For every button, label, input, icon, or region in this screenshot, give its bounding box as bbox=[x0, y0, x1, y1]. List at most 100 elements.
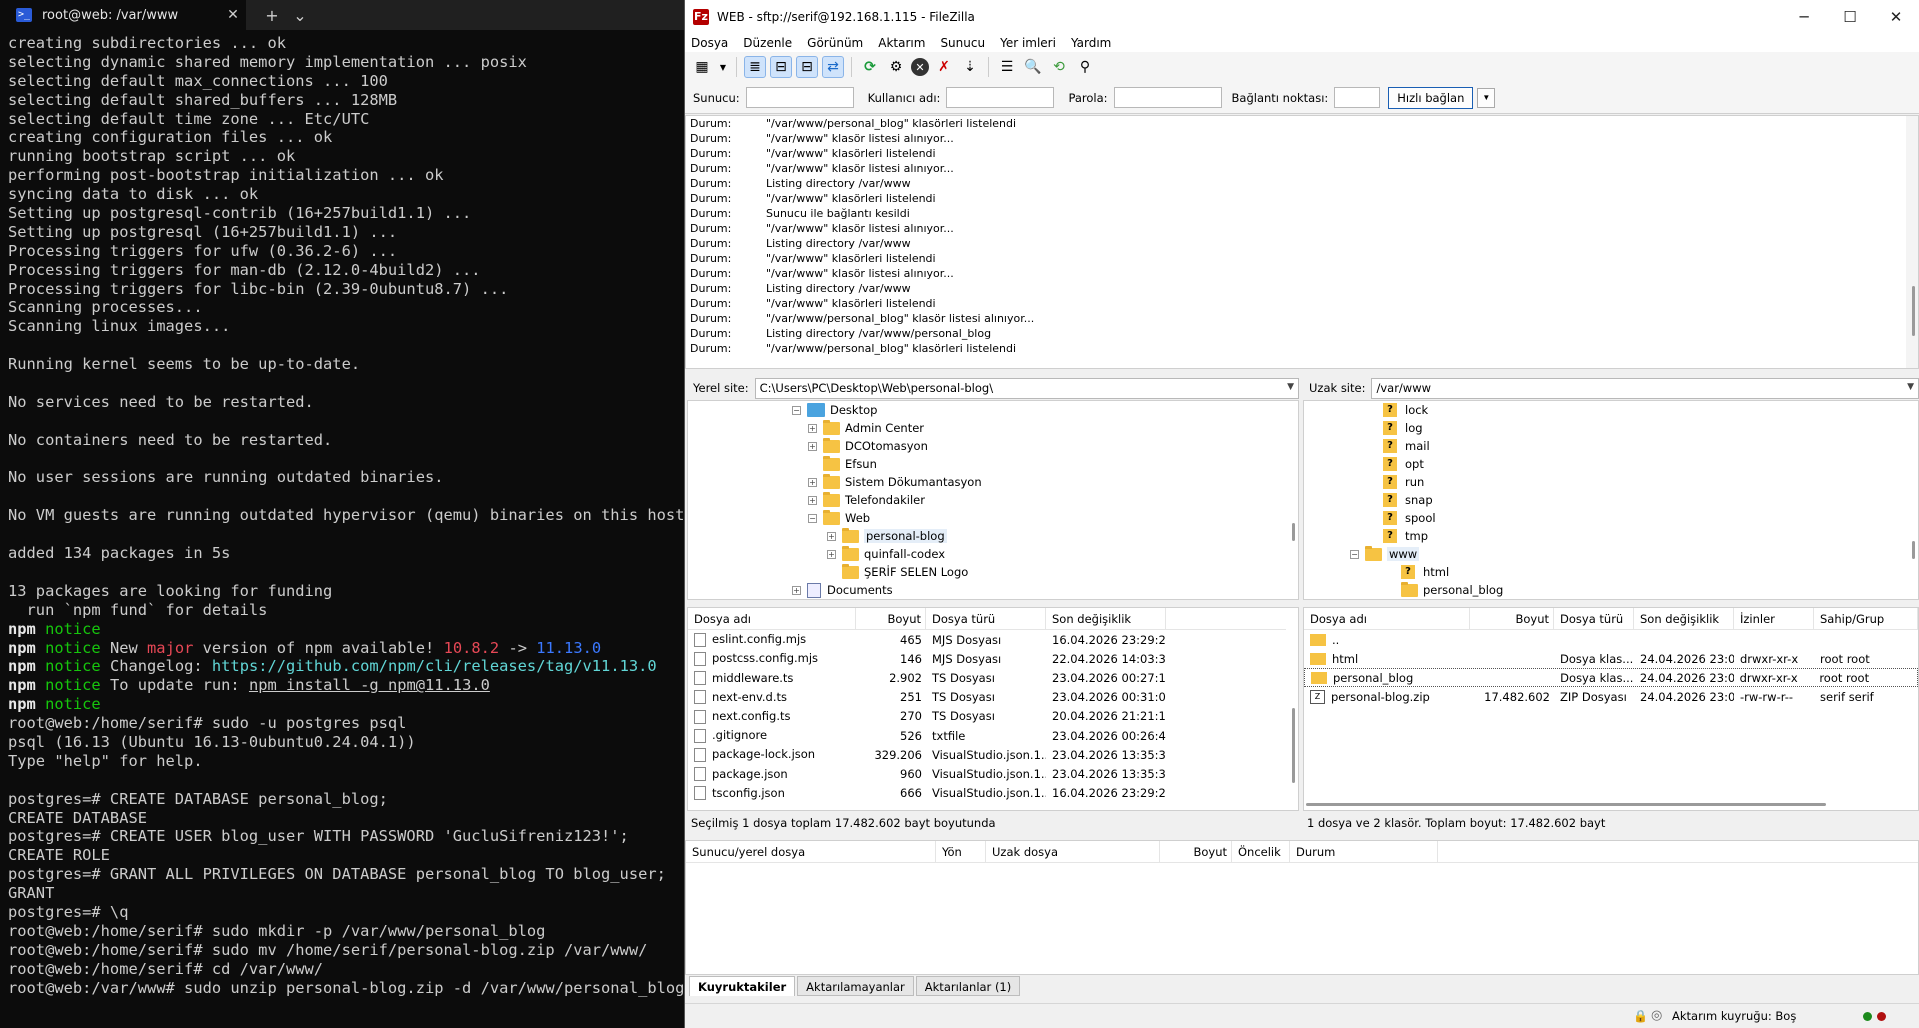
expand-toggle-icon[interactable]: − bbox=[808, 513, 817, 523]
tab-successful[interactable]: Aktarılanlar (1) bbox=[915, 976, 1021, 996]
col-direction[interactable]: Yön bbox=[936, 841, 986, 862]
expand-toggle-icon[interactable]: + bbox=[827, 549, 836, 559]
toggle-remote-tree-icon[interactable]: ⊟ bbox=[796, 56, 818, 78]
file-row[interactable]: .gitignore 526 txtfile 23.04.2026 00:26:47 bbox=[688, 726, 1298, 745]
tree-node[interactable]: ? snap bbox=[1368, 491, 1433, 509]
tree-node[interactable]: ? opt bbox=[1368, 455, 1424, 473]
tree-node[interactable]: + personal-blog bbox=[827, 527, 947, 545]
maximize-button[interactable]: ☐ bbox=[1827, 8, 1873, 26]
toggle-local-tree-icon[interactable]: ⊟ bbox=[770, 56, 792, 78]
password-input[interactable] bbox=[1113, 87, 1222, 108]
file-row[interactable]: eslint.config.mjs 465 MJS Dosyası 16.04.202… bbox=[688, 630, 1298, 649]
process-queue-icon[interactable]: ⚙ bbox=[885, 56, 907, 78]
expand-toggle-icon[interactable]: + bbox=[808, 441, 817, 451]
col-size[interactable]: Boyut bbox=[856, 608, 926, 630]
tree-node[interactable]: ? tmp bbox=[1368, 527, 1428, 545]
tab-dropdown-button[interactable]: ⌄ bbox=[286, 6, 314, 25]
compare-directories-icon[interactable]: ⟲ bbox=[1048, 56, 1070, 78]
tab-failed[interactable]: Aktarılamayanlar bbox=[797, 976, 914, 996]
expand-toggle-icon[interactable]: + bbox=[808, 477, 817, 487]
terminal-tab[interactable]: >_ root@web: /var/www ✕ bbox=[0, 0, 246, 30]
tree-node[interactable]: ? spool bbox=[1368, 509, 1436, 527]
col-priority[interactable]: Öncelik bbox=[1232, 841, 1290, 862]
disconnect-icon[interactable]: ✗ bbox=[933, 56, 955, 78]
col-type[interactable]: Dosya türü bbox=[926, 608, 1046, 630]
col-type[interactable]: Dosya türü bbox=[1554, 608, 1634, 630]
toggle-sync-browsing-icon[interactable]: 🔍 bbox=[1022, 56, 1044, 78]
tree-node[interactable]: personal_blog bbox=[1386, 581, 1503, 599]
tree-node[interactable]: ŞERİF SELEN Logo bbox=[827, 563, 968, 581]
port-input[interactable] bbox=[1334, 87, 1381, 108]
quickconnect-button[interactable]: Hızlı bağlan bbox=[1388, 86, 1474, 109]
file-row[interactable]: next-env.d.ts 251 TS Dosyası 23.04.2026 00:… bbox=[688, 688, 1298, 707]
tree-node[interactable]: ? log bbox=[1368, 419, 1423, 437]
file-row[interactable]: personal_blog Dosya klas... 24.04.2026 23:… bbox=[1304, 668, 1918, 688]
file-row[interactable]: package-lock.json 329.206 VisualStudio.jso… bbox=[688, 745, 1298, 764]
chevron-down-icon[interactable]: ▼ bbox=[1287, 382, 1294, 392]
tree-node[interactable]: ? html bbox=[1386, 563, 1449, 581]
file-row[interactable]: postcss.config.mjs 146 MJS Dosyası 22.04.20… bbox=[688, 649, 1298, 668]
terminal-output[interactable]: creating subdirectories ... ok selecting … bbox=[0, 30, 684, 997]
tree-node[interactable]: + Telefondakiler bbox=[808, 491, 925, 509]
tree-node[interactable]: + DCOtomasyon bbox=[808, 437, 928, 455]
expand-toggle-icon[interactable]: + bbox=[808, 495, 817, 505]
col-filename[interactable]: Dosya adı bbox=[1304, 608, 1470, 630]
transfer-queue[interactable]: Sunucu/yerel dosya Yön Uzak dosya Boyut … bbox=[685, 840, 1919, 975]
site-manager-icon[interactable]: ▦ bbox=[691, 56, 713, 78]
new-tab-button[interactable]: + bbox=[258, 6, 286, 25]
username-input[interactable] bbox=[946, 87, 1055, 108]
search-remote-icon[interactable]: ⚲ bbox=[1074, 56, 1096, 78]
close-button[interactable]: ✕ bbox=[1873, 8, 1919, 26]
quickconnect-dropdown-icon[interactable]: ▼ bbox=[1477, 87, 1496, 108]
close-tab-icon[interactable]: ✕ bbox=[220, 7, 246, 23]
col-owner[interactable]: Sahip/Grup bbox=[1814, 608, 1918, 630]
tree-node[interactable]: + quinfall-codex bbox=[827, 545, 945, 563]
tree-node[interactable]: + Sistem Dökumantasyon bbox=[808, 473, 982, 491]
file-row[interactable]: next.config.ts 270 TS Dosyası 20.04.2026 21… bbox=[688, 707, 1298, 726]
col-modified[interactable]: Son değişiklik bbox=[1046, 608, 1166, 630]
tree-node[interactable]: − Web bbox=[808, 509, 870, 527]
menu-item[interactable]: Dosya bbox=[691, 36, 728, 50]
cancel-operation-icon[interactable]: ✕ bbox=[911, 58, 929, 76]
expand-toggle-icon[interactable]: + bbox=[827, 531, 836, 541]
tree-node[interactable]: + Admin Center bbox=[808, 419, 924, 437]
file-row[interactable]: Zpersonal-blog.zip 17.482.602 ZIP Dosyası 2… bbox=[1304, 688, 1918, 707]
file-row[interactable]: .. bbox=[1304, 630, 1918, 649]
col-modified[interactable]: Son değişiklik bbox=[1634, 608, 1734, 630]
remote-directory-tree[interactable]: ? lock? log? mail? opt? run? snap? spool? tmp − ww… bbox=[1303, 400, 1919, 600]
directory-filter-icon[interactable]: ☰ bbox=[996, 56, 1018, 78]
col-size[interactable]: Boyut bbox=[1470, 608, 1554, 630]
remote-file-list[interactable]: Dosya adı Boyut Dosya türü Son değişikli… bbox=[1303, 607, 1919, 811]
file-row[interactable]: tsconfig.json 666 VisualStudio.json.1... 16… bbox=[688, 784, 1298, 803]
col-filename[interactable]: Dosya adı bbox=[688, 608, 856, 630]
expand-toggle-icon[interactable]: − bbox=[1350, 549, 1359, 559]
menu-item[interactable]: Yardım bbox=[1071, 36, 1111, 50]
menu-item[interactable]: Yer imleri bbox=[1000, 36, 1056, 50]
local-tree-scrollbar[interactable] bbox=[1286, 401, 1298, 599]
remote-list-hscroll[interactable] bbox=[1306, 803, 1826, 806]
expand-toggle-icon[interactable]: + bbox=[808, 423, 817, 433]
toggle-queue-icon[interactable]: ⇄ bbox=[822, 56, 844, 78]
menu-item[interactable]: Görünüm bbox=[807, 36, 863, 50]
col-permissions[interactable]: İzinler bbox=[1734, 608, 1814, 630]
menu-item[interactable]: Düzenle bbox=[743, 36, 792, 50]
file-row[interactable]: html Dosya klas... 24.04.2026 23:0... drwxr… bbox=[1304, 649, 1918, 668]
tree-node[interactable]: ? run bbox=[1368, 473, 1424, 491]
host-input[interactable] bbox=[745, 87, 854, 108]
tree-node[interactable]: ? lock bbox=[1368, 401, 1428, 419]
file-row[interactable]: middleware.ts 2.902 TS Dosyası 23.04.2026 0… bbox=[688, 668, 1298, 687]
minimize-button[interactable]: ─ bbox=[1781, 8, 1827, 26]
file-row[interactable]: package.json 960 VisualStudio.json.1... 23.… bbox=[688, 764, 1298, 783]
refresh-icon[interactable]: ⟳ bbox=[859, 56, 881, 78]
site-dropdown-icon[interactable]: ▼ bbox=[717, 56, 729, 78]
menu-item[interactable]: Aktarım bbox=[878, 36, 925, 50]
col-status[interactable]: Durum bbox=[1290, 841, 1438, 862]
col-remote-file[interactable]: Uzak dosya bbox=[986, 841, 1160, 862]
tree-node[interactable]: + Documents bbox=[792, 581, 893, 599]
local-path-input[interactable]: C:\Users\PC\Desktop\Web\personal-blog\ ▼ bbox=[754, 377, 1299, 399]
speed-limit-icon[interactable]: ◎ bbox=[1651, 1008, 1662, 1023]
chevron-down-icon[interactable]: ▼ bbox=[1907, 382, 1914, 392]
tree-node[interactable]: Efsun bbox=[808, 455, 877, 473]
menu-item[interactable]: Sunucu bbox=[940, 36, 985, 50]
tree-node[interactable]: − www bbox=[1350, 545, 1420, 563]
